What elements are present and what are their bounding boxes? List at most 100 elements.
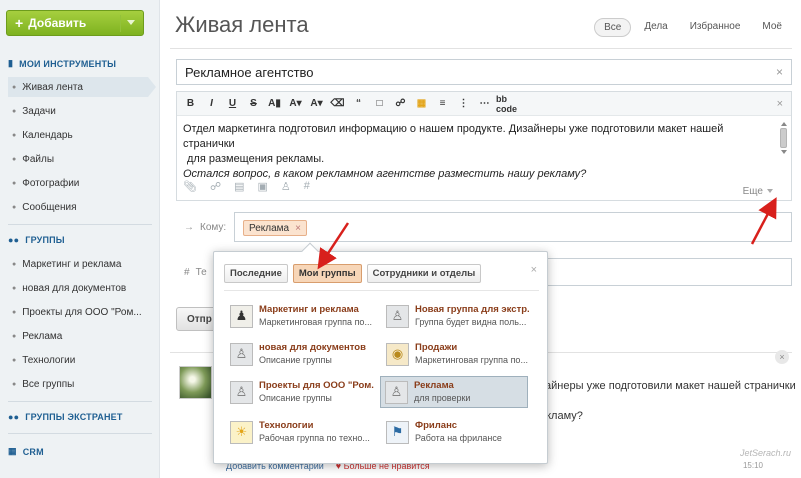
group-option[interactable]: ◉ Продажи Маркетинговая группа по...	[382, 338, 530, 370]
group-option[interactable]: ♙ Новая группа для экстр... Группа будет …	[382, 300, 530, 332]
quote-icon[interactable]: “	[349, 95, 368, 113]
paperclip-icon[interactable]: 📎︎	[183, 180, 197, 193]
sidebar-item-live-feed[interactable]: ● Живая лента	[8, 77, 156, 97]
scroll-down-icon[interactable]	[780, 150, 787, 154]
bbcode-toggle[interactable]: bb code	[496, 94, 528, 114]
close-icon[interactable]: ×	[777, 98, 783, 110]
tab-my-groups[interactable]: Мои группы	[292, 264, 362, 283]
recipients-row: → Кому: Реклама ×	[176, 212, 792, 244]
popup-pointer	[301, 242, 319, 260]
groups-header[interactable]: ●● ГРУППЫ	[8, 235, 65, 245]
sidebar-item-group-projects[interactable]: ● Проекты для ООО "Ром...	[8, 302, 148, 322]
sidebar-item-group-documents[interactable]: ● новая для документов	[8, 278, 148, 298]
tab-tasks[interactable]: Дела	[635, 18, 676, 37]
attachment-toolbar: 📎︎ ☍ ▤ ▣ ♙ #	[183, 180, 310, 193]
tab-favorites[interactable]: Избранное	[681, 18, 750, 37]
italic-icon[interactable]: I	[202, 95, 221, 113]
group-option[interactable]: ⚑ Фриланс Работа на фрилансе	[382, 416, 530, 448]
groups-header-label: ГРУППЫ	[25, 235, 65, 245]
close-icon[interactable]: ×	[775, 350, 789, 364]
ordered-list-icon[interactable]: ⋮	[454, 95, 473, 113]
recipient-chip[interactable]: Реклама ×	[243, 220, 307, 236]
sidebar-item-group-tech[interactable]: ● Технологии	[8, 350, 148, 370]
send-button[interactable]: Отпр	[176, 307, 216, 331]
bold-icon[interactable]: B	[181, 95, 200, 113]
tools-header[interactable]: ▮ МОИ ИНСТРУМЕНТЫ	[8, 58, 116, 69]
sidebar-item-calendar[interactable]: ● Календарь	[8, 125, 148, 145]
group-option[interactable]: ♟ Маркетинг и реклама Маркетинговая групп…	[226, 300, 374, 332]
sidebar-item-group-ads[interactable]: ● Реклама	[8, 326, 148, 346]
message-editor[interactable]: B I U S A▮ A▾ A▾ ⌫ “ □ ☍ ▦ ≡ ⋮ ⋯ bb code…	[176, 91, 792, 201]
sidebar-item-tasks[interactable]: ● Задачи	[8, 101, 148, 121]
more-button[interactable]: Еще	[743, 186, 773, 197]
group-option[interactable]: ♙ Проекты для ООО "Ром... Описание группы	[226, 376, 374, 408]
image-icon[interactable]: ▤	[234, 180, 244, 193]
strikethrough-icon[interactable]: S	[244, 95, 263, 113]
crm-header-label: CRM	[22, 446, 44, 457]
chevron-down-icon[interactable]	[127, 20, 135, 25]
bullet-icon: ●	[12, 155, 17, 163]
add-button[interactable]: + Добавить	[6, 10, 144, 36]
sidebar-item-all-groups[interactable]: ● Все группы	[8, 374, 148, 394]
tab-employees-departments[interactable]: Сотрудники и отделы	[366, 264, 482, 283]
link-chain-icon[interactable]: ☍	[210, 180, 221, 193]
video-icon[interactable]: ▣	[258, 180, 268, 193]
bookmark-icon: ▮	[8, 58, 14, 68]
tab-mine[interactable]: Моё	[753, 18, 791, 37]
sidebar-divider	[8, 433, 152, 434]
bullet-icon: ●	[12, 308, 17, 316]
bullet-icon: ●	[12, 179, 17, 187]
to-label-text: Кому:	[200, 222, 227, 233]
font-color-icon[interactable]: A▮	[265, 95, 284, 113]
hashtag-icon[interactable]: #	[304, 180, 310, 193]
link-icon[interactable]: ☍	[391, 95, 410, 113]
tab-recent[interactable]: Последние	[224, 264, 288, 283]
code-icon[interactable]: □	[370, 95, 389, 113]
eraser-icon[interactable]: ⌫	[328, 95, 347, 113]
user-icon[interactable]: ♙	[281, 180, 291, 193]
bullet-list-icon[interactable]: ⋯	[475, 95, 494, 113]
sidebar-item-files[interactable]: ● Файлы	[8, 149, 148, 169]
chevron-down-icon	[767, 189, 773, 194]
subject-field[interactable]: Рекламное агентство ×	[176, 59, 792, 85]
editor-content[interactable]: Отдел маркетинга подготовил информацию о…	[177, 116, 767, 188]
scroll-thumb[interactable]	[780, 128, 787, 148]
close-icon[interactable]: ×	[776, 65, 783, 79]
bullet-icon: ●	[12, 107, 17, 115]
sidebar-item-messages[interactable]: ● Сообщения	[8, 197, 148, 217]
recipients-input[interactable]: Реклама ×	[234, 212, 792, 242]
bullet-icon: ●	[12, 83, 17, 91]
extranet-header[interactable]: ●● ГРУППЫ ЭКСТРАНЕТ	[8, 412, 123, 422]
align-icon[interactable]: ≡	[433, 95, 452, 113]
group-name: Продажи	[415, 342, 458, 353]
feed-filter-tabs: Все Дела Избранное Моё	[594, 18, 791, 37]
close-icon[interactable]: ×	[531, 264, 537, 276]
group-desc: для проверки	[414, 393, 471, 403]
sidebar-item-label: Сообщения	[22, 201, 77, 213]
recipient-chip-label: Реклама	[249, 222, 290, 234]
avatar[interactable]	[179, 366, 212, 399]
group-desc: Группа будет видна поль...	[415, 317, 527, 327]
sidebar-item-label: новая для документов	[22, 282, 127, 294]
font-family-icon[interactable]: A▾	[307, 95, 326, 113]
crm-header[interactable]: ▦ CRM	[8, 446, 44, 457]
tab-all[interactable]: Все	[594, 18, 632, 37]
recipients-label: → Кому:	[184, 222, 226, 233]
remove-icon[interactable]: ×	[295, 223, 301, 234]
group-option[interactable]: ☀ Технологии Рабочая группа по техно...	[226, 416, 374, 448]
sidebar-item-group-marketing[interactable]: ● Маркетинг и реклама	[8, 254, 148, 274]
tags-input[interactable]	[531, 258, 792, 286]
group-option-selected[interactable]: ♙ Реклама для проверки	[380, 376, 528, 408]
scroll-up-icon[interactable]	[780, 122, 787, 126]
group-people-icon: ♙	[230, 342, 253, 366]
sidebar-item-photos[interactable]: ● Фотографии	[8, 173, 148, 193]
editor-scrollbar[interactable]	[779, 122, 788, 156]
crm-icon: ▦	[8, 446, 17, 456]
underline-icon[interactable]: U	[223, 95, 242, 113]
sidebar-item-label: Все группы	[22, 378, 75, 390]
image-icon[interactable]: ▦	[412, 95, 431, 113]
group-picker-popup: Последние Мои группы Сотрудники и отделы…	[213, 242, 548, 464]
bullet-icon: ●	[12, 332, 17, 340]
group-option[interactable]: ♙ новая для документов Описание группы	[226, 338, 374, 370]
font-size-icon[interactable]: A▾	[286, 95, 305, 113]
